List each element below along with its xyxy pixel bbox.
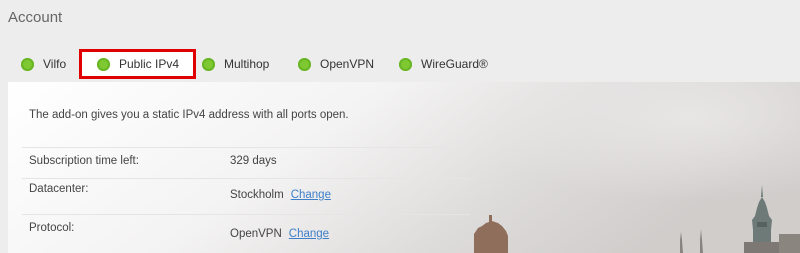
row-label: Datacenter: [29,183,89,195]
protocol-row: Protocol: OpenVPN Change [22,214,470,253]
tab-multihop[interactable]: Multihop [202,52,269,76]
tab-label: OpenVPN [320,57,375,71]
page-title: Account [8,9,63,26]
subscription-time-value: 329 days [230,155,277,167]
datacenter-row: Datacenter: Stockholm Change [22,178,470,214]
tab-wireguard[interactable]: WireGuard® [399,52,488,76]
datacenter-value: Stockholm [230,189,284,201]
tab-vilfo[interactable]: Vilfo [21,52,66,76]
addon-panel: The add-on gives you a static IPv4 addre… [8,82,800,253]
tab-label: WireGuard® [421,57,488,71]
addon-description: The add-on gives you a static IPv4 addre… [29,109,349,121]
status-dot-icon [21,57,34,71]
tab-label: Multihop [224,57,270,71]
subscription-row: Subscription time left: 329 days [22,147,470,178]
tab-public-ipv4[interactable]: Public IPv4 [79,49,197,79]
change-protocol-link[interactable]: Change [289,228,329,240]
status-dot-icon [97,57,110,71]
status-dot-icon [399,57,412,71]
status-dot-icon [202,57,215,71]
protocol-value: OpenVPN [230,228,282,240]
tab-label: Public IPv4 [119,57,180,71]
tab-label: Vilfo [43,57,67,71]
addon-tabs: Vilfo Public IPv4 Multihop OpenVPN WireG… [0,49,800,79]
row-label: Subscription time left: [29,155,139,167]
status-dot-icon [298,57,311,71]
row-label: Protocol: [29,222,75,234]
datacenter-value-group: Stockholm Change [230,189,331,201]
tab-openvpn[interactable]: OpenVPN [298,52,374,76]
change-datacenter-link[interactable]: Change [291,189,331,201]
protocol-value-group: OpenVPN Change [230,228,329,240]
